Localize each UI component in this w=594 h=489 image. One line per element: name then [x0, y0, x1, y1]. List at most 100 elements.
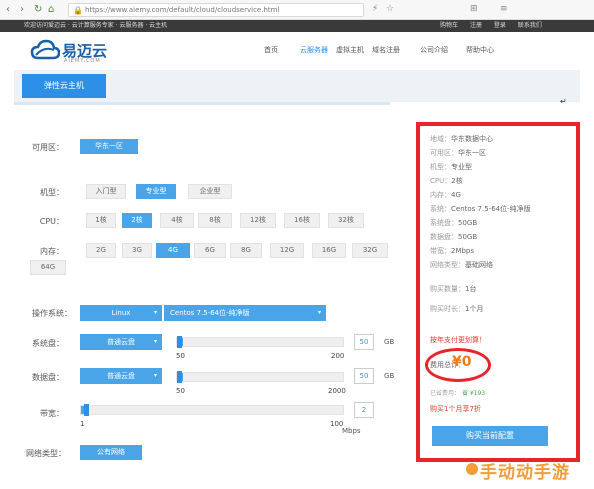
summary-row: 数据盘：50GB	[430, 232, 477, 242]
os-version-select[interactable]: Centos 7.5-64位-纯净版 ▾	[164, 305, 326, 321]
back-icon[interactable]: ‹	[6, 4, 10, 15]
star-icon[interactable]: ☆	[386, 4, 394, 14]
cpu-option-8[interactable]: 8核	[198, 213, 232, 228]
cpu-option-32[interactable]: 32核	[328, 213, 364, 228]
os-type-select[interactable]: Linux ▾	[80, 305, 162, 321]
summary-row-value: 1台	[465, 285, 477, 293]
contact-link[interactable]: 联系我们	[518, 22, 542, 29]
summary-row-key: 机型：	[430, 163, 451, 171]
menu-icon[interactable]: ≡	[500, 4, 508, 14]
summary-row: 带宽：2Mbps	[430, 246, 474, 256]
nav-home[interactable]: 首页	[264, 45, 278, 55]
buy-config-button[interactable]: 购买当前配置	[432, 426, 548, 446]
bandwidth-slider-handle[interactable]	[84, 404, 89, 416]
memory-option-2g[interactable]: 2G	[86, 243, 116, 258]
logo-subtext: AIEMY.COM	[64, 58, 101, 64]
memory-option-16g[interactable]: 16G	[312, 243, 346, 258]
summary-row-key: 网络类型：	[430, 261, 465, 269]
site-logo[interactable]: 易迈云 AIEMY.COM	[30, 38, 116, 66]
cpu-option-12[interactable]: 12核	[240, 213, 276, 228]
url-text: https://www.aiemy.com/default/cloud/clou…	[85, 6, 280, 14]
reload-icon[interactable]: ↻	[34, 4, 42, 15]
zone-label: 可用区：	[32, 143, 64, 152]
model-option-pro[interactable]: 专业型	[136, 184, 176, 199]
nav-about[interactable]: 公司介绍	[420, 45, 448, 55]
summary-row-value: 2Mbps	[451, 247, 475, 255]
bandwidth-unit: Mbps	[342, 427, 361, 435]
data-disk-max: 2000	[328, 387, 346, 395]
summary-row-key: 内存：	[430, 191, 451, 199]
summary-row-value: 1个月	[465, 305, 484, 313]
summary-row-key: 系统盘：	[430, 219, 458, 227]
yearly-promo-text: 按年支付更划算！	[430, 336, 486, 344]
model-option-entry[interactable]: 入门型	[86, 184, 126, 199]
nav-cloud-server[interactable]: 云服务器	[300, 45, 328, 55]
tab-elastic-cloud[interactable]: 弹性云主机	[22, 74, 106, 98]
cpu-option-2[interactable]: 2核	[122, 213, 152, 228]
memory-option-64g[interactable]: 64G	[30, 260, 66, 275]
memory-option-4g[interactable]: 4G	[156, 243, 190, 258]
chevron-down-icon: ▾	[153, 338, 157, 345]
bandwidth-input[interactable]: 2	[354, 402, 374, 418]
forward-icon[interactable]: ›	[20, 4, 24, 15]
summary-row: 可用区：华东一区	[430, 148, 486, 158]
data-disk-min: 50	[176, 387, 185, 395]
savings-value: 省 ¥193	[461, 390, 486, 397]
watermark-logo: 手动动手游	[466, 458, 570, 483]
savings-label: 已省费用：	[430, 390, 461, 397]
summary-row-key: 购买时长：	[430, 305, 465, 313]
network-option-public[interactable]: 公有网络	[80, 445, 142, 460]
summary-row-key: CPU：	[430, 177, 452, 185]
memory-option-32g[interactable]: 32G	[352, 243, 388, 258]
lightning-icon[interactable]: ⚡	[372, 4, 378, 14]
nav-help[interactable]: 帮助中心	[466, 45, 494, 55]
address-bar[interactable]: 🔒 https://www.aiemy.com/default/cloud/cl…	[68, 3, 364, 17]
summary-row-key: 数据盘：	[430, 233, 458, 241]
summary-row-key: 带宽：	[430, 247, 451, 255]
top-links: 购物车 注册 登录 联系我们	[440, 20, 552, 32]
data-disk-type-select[interactable]: 普通云盘 ▾	[80, 368, 162, 384]
data-disk-type-value: 普通云盘	[107, 372, 135, 380]
cpu-option-1[interactable]: 1核	[86, 213, 116, 228]
summary-row-value: 2核	[451, 177, 463, 185]
data-disk-unit: GB	[384, 372, 395, 380]
bandwidth-label: 带宽：	[40, 409, 64, 418]
memory-option-12g[interactable]: 12G	[270, 243, 304, 258]
data-disk-input[interactable]: 50	[354, 368, 374, 384]
summary-row-value: 4G	[451, 191, 461, 199]
system-disk-slider[interactable]	[176, 336, 344, 348]
bandwidth-slider[interactable]	[80, 404, 344, 416]
data-disk-label: 数据盘：	[32, 373, 64, 382]
zone-option-east1[interactable]: 华东一区	[80, 139, 138, 154]
cpu-option-4[interactable]: 4核	[160, 213, 194, 228]
home-icon[interactable]: ⌂	[48, 4, 54, 15]
model-option-enterprise[interactable]: 企业型	[188, 184, 232, 199]
summary-row-value: Centos 7.5-64位-纯净版	[451, 205, 531, 213]
memory-option-6g[interactable]: 6G	[194, 243, 226, 258]
register-link[interactable]: 注册	[470, 22, 482, 29]
nav-domain[interactable]: 域名注册	[372, 45, 400, 55]
os-type-value: Linux	[111, 309, 131, 317]
cart-link[interactable]: 购物车	[440, 22, 458, 29]
watermark-icon	[466, 463, 478, 475]
data-disk-slider-handle[interactable]	[177, 371, 182, 383]
login-link[interactable]: 登录	[494, 22, 506, 29]
system-disk-input[interactable]: 50	[354, 334, 374, 350]
system-disk-slider-handle[interactable]	[177, 336, 182, 348]
nav-virtual-host[interactable]: 虚拟主机	[336, 45, 364, 55]
system-disk-label: 系统盘：	[32, 339, 64, 348]
data-disk-slider[interactable]	[176, 371, 344, 383]
os-label: 操作系统：	[32, 309, 72, 318]
chevron-down-icon: ▾	[153, 309, 157, 316]
summary-row-value: 50GB	[458, 233, 478, 241]
bandwidth-min: 1	[80, 420, 85, 428]
cpu-option-16[interactable]: 16核	[284, 213, 320, 228]
summary-row-value: 华东数据中心	[451, 135, 493, 143]
summary-row: 系统盘：50GB	[430, 218, 477, 228]
system-disk-type-select[interactable]: 普通云盘 ▾	[80, 334, 162, 350]
extension-icon[interactable]: ⊞	[470, 4, 478, 14]
summary-row-key: 购买数量：	[430, 285, 465, 293]
memory-option-8g[interactable]: 8G	[230, 243, 262, 258]
memory-option-3g[interactable]: 3G	[122, 243, 152, 258]
summary-row-value: 专业型	[451, 163, 472, 171]
